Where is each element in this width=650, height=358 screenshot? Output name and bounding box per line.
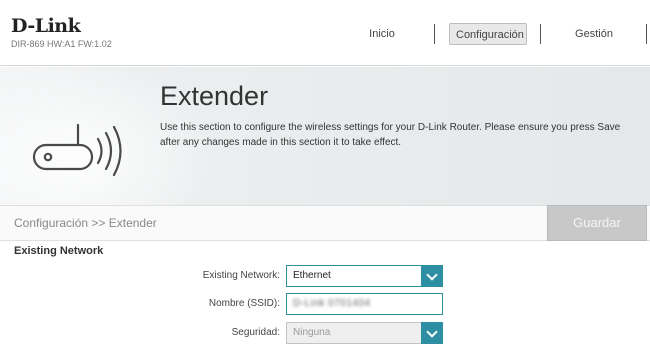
nav-configuracion[interactable]: Configuración [449,23,527,45]
ssid-input[interactable]: D-Link 0701404 [286,293,443,315]
top-header: D-Link DIR-869 HW:A1 FW:1.02 Inicio Conf… [0,0,650,66]
existing-network-label: Existing Network: [202,270,280,281]
breadcrumb: Configuración >> Extender [14,216,157,230]
nav-separator [646,24,647,44]
nav-separator [540,24,541,44]
security-label: Seguridad: [231,327,280,338]
nav-inicio[interactable]: Inicio [360,23,404,45]
dlink-logo[interactable]: D-Link [11,16,81,36]
ssid-value: D-Link 0701404 [293,298,371,309]
ssid-label: Nombre (SSID): [208,298,280,309]
nav-separator [434,24,435,44]
chevron-down-icon[interactable] [421,265,443,287]
nav-gestion[interactable]: Gestión [570,23,618,45]
existing-network-value: Ethernet [293,270,331,281]
extender-router-icon [32,123,122,177]
device-model-info: DIR-869 HW:A1 FW:1.02 [11,39,112,49]
section-title: Existing Network [14,245,104,257]
security-select[interactable]: Ninguna [286,322,443,344]
existing-network-select[interactable]: Ethernet [286,265,443,287]
page-title: Extender [160,81,269,111]
page-banner: Extender Use this section to configure t… [0,67,650,205]
save-button[interactable]: Guardar [547,205,647,241]
page-description: Use this section to configure the wirele… [160,122,621,148]
breadcrumb-bar: Configuración >> Extender Guardar [0,205,650,241]
security-value: Ninguna [293,327,331,338]
chevron-down-icon[interactable] [421,322,443,344]
